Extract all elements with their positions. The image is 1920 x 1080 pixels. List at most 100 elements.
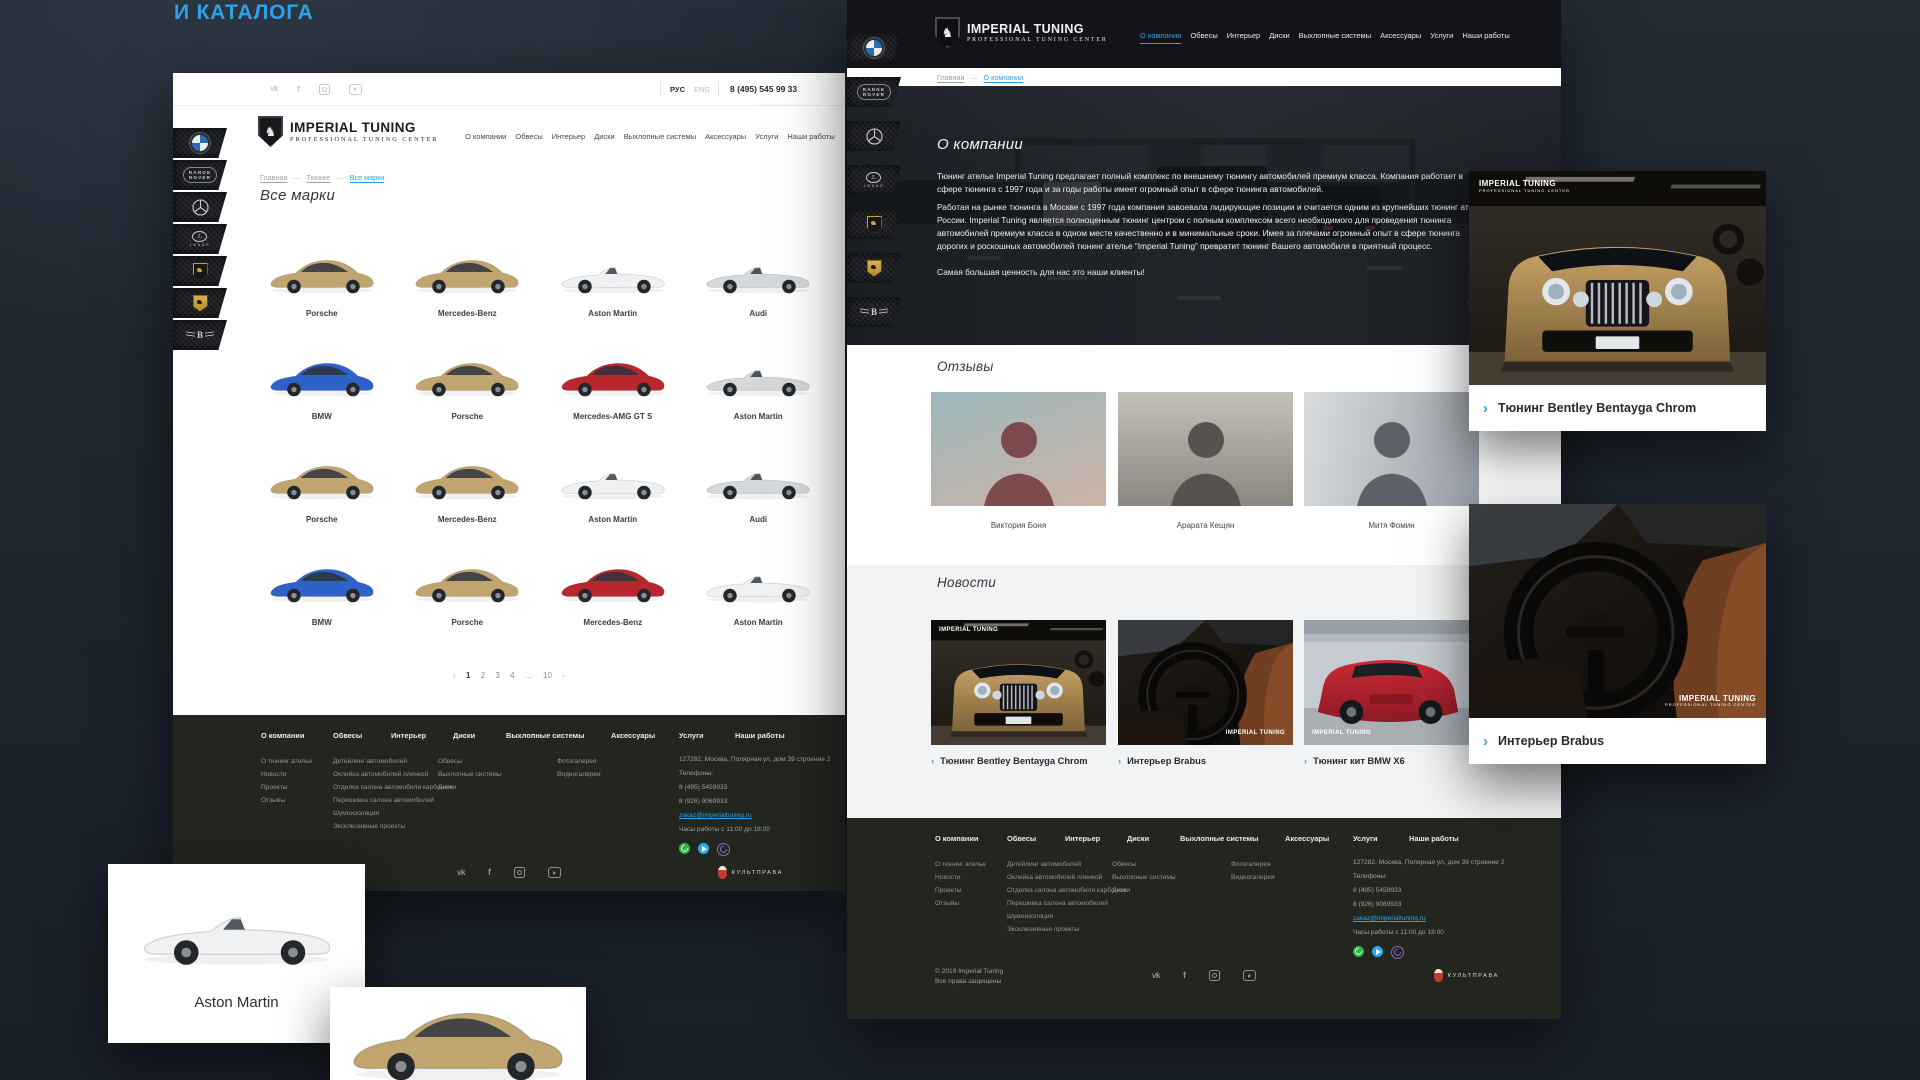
footer-col-accessories[interactable]: Аксессуары: [611, 731, 655, 740]
footer-link[interactable]: Отзывы: [261, 794, 312, 807]
badge-lamborghini[interactable]: [173, 256, 227, 286]
footer-link[interactable]: Видеогалерея: [557, 768, 601, 781]
footer-col-accessories[interactable]: Аксессуары: [1285, 834, 1329, 843]
youtube-icon[interactable]: [349, 84, 362, 95]
whatsapp-icon[interactable]: [1353, 946, 1364, 957]
whatsapp-icon[interactable]: [679, 843, 690, 854]
footer-col-wheels[interactable]: Диски: [453, 731, 475, 740]
nav-works[interactable]: Наши работы: [1462, 31, 1509, 44]
pagination-page[interactable]: 2: [481, 671, 485, 680]
footer-link[interactable]: О тюнинг ателье: [261, 755, 312, 768]
pagination-prev[interactable]: ‹: [453, 671, 456, 680]
car-item[interactable]: Porsche: [251, 241, 393, 344]
facebook-icon[interactable]: f: [488, 868, 491, 877]
bentley-work-card[interactable]: IMPERIAL TUNINGPROFESSIONAL TUNING CENTE…: [1469, 171, 1766, 431]
footer-link[interactable]: Детейлинг автомобилей: [333, 755, 453, 768]
instagram-icon[interactable]: [514, 867, 525, 878]
vk-icon[interactable]: vk: [1152, 972, 1160, 980]
car-item[interactable]: Mercedes-AMG GT S: [542, 344, 684, 447]
footer-link[interactable]: Обвесы: [1112, 858, 1176, 871]
vk-icon[interactable]: vk: [270, 85, 278, 93]
footer-link[interactable]: Новости: [935, 871, 986, 884]
footer-col-interior[interactable]: Интерьер: [1065, 834, 1100, 843]
footer-col-interior[interactable]: Интерьер: [391, 731, 426, 740]
footer-link[interactable]: Перешивка салона автомобилей: [333, 794, 453, 807]
badge-bmw[interactable]: [173, 128, 227, 158]
pagination-next[interactable]: ›: [562, 671, 565, 680]
vk-icon[interactable]: vk: [457, 869, 465, 877]
badge-bentley[interactable]: B: [173, 320, 227, 350]
lang-rus[interactable]: РУС: [670, 85, 685, 94]
pagination-page[interactable]: 10: [543, 671, 552, 680]
car-item[interactable]: Aston Martin: [542, 447, 684, 550]
car-item[interactable]: Mercedes-Benz: [397, 241, 539, 344]
badge-porsche[interactable]: [173, 288, 227, 318]
badge-lamborghini[interactable]: [847, 209, 901, 239]
car-item[interactable]: Porsche: [251, 447, 393, 550]
footer-col-bodykits[interactable]: Обвесы: [333, 731, 362, 740]
footer-link[interactable]: Детейлинг автомобилей: [1007, 858, 1127, 871]
footer-link[interactable]: Фотогалерея: [557, 755, 601, 768]
footer-link[interactable]: Диски: [438, 781, 502, 794]
car-item[interactable]: Mercedes-Benz: [397, 447, 539, 550]
footer-link[interactable]: Эксклюзивные проекты: [333, 820, 453, 833]
badge-range-rover[interactable]: RANGEROVER: [173, 160, 227, 190]
footer-link[interactable]: Новости: [261, 768, 312, 781]
pagination-page[interactable]: 4: [510, 671, 514, 680]
footer-col-services[interactable]: Услуги: [679, 731, 704, 740]
viber-icon[interactable]: [717, 843, 730, 856]
footer-link[interactable]: Шумоизоляция: [1007, 910, 1127, 923]
badge-range-rover[interactable]: RANGEROVER: [847, 77, 901, 107]
agency-logo[interactable]: КУЛЬТПРАВА: [1434, 969, 1499, 982]
nav-about[interactable]: О компании: [465, 132, 506, 141]
footer-col-works[interactable]: Наши работы: [735, 731, 785, 740]
nav-interior[interactable]: Интерьер: [552, 132, 585, 141]
footer-col-exhaust[interactable]: Выхлопные системы: [1180, 834, 1258, 843]
car-item[interactable]: Porsche: [397, 550, 539, 653]
telegram-icon[interactable]: [698, 843, 709, 854]
footer-col-works[interactable]: Наши работы: [1409, 834, 1459, 843]
car-item[interactable]: Aston Martin: [688, 550, 830, 653]
news-card[interactable]: IMPERIAL TUNING ›Тюнинг кит BMW X6: [1304, 620, 1479, 766]
nav-wheels[interactable]: Диски: [594, 132, 615, 141]
footer-email[interactable]: zakaz@imperialtuning.ru: [1353, 912, 1504, 926]
footer-link[interactable]: Фотогалерея: [1231, 858, 1275, 871]
footer-col-about[interactable]: О компании: [935, 834, 978, 843]
footer-link[interactable]: Проекты: [935, 884, 986, 897]
instagram-icon[interactable]: [319, 84, 330, 95]
viber-icon[interactable]: [1391, 946, 1404, 959]
footer-col-exhaust[interactable]: Выхлопные системы: [506, 731, 584, 740]
footer-link[interactable]: О тюнинг ателье: [935, 858, 986, 871]
footer-link[interactable]: Отделка салона автомобиля карбоном: [1007, 884, 1127, 897]
badge-mercedes[interactable]: [847, 121, 901, 151]
breadcrumb-home[interactable]: Главная: [260, 173, 287, 182]
car-item[interactable]: BMW: [251, 344, 393, 447]
footer-link[interactable]: Видеогалерея: [1231, 871, 1275, 884]
nav-exhaust[interactable]: Выхлопные системы: [624, 132, 696, 141]
footer-link[interactable]: Выхлопные системы: [438, 768, 502, 781]
logo[interactable]: ♞ IMPERIAL TUNING PROFESSIONAL TUNING CE…: [258, 116, 438, 147]
telegram-icon[interactable]: [1372, 946, 1383, 957]
footer-link[interactable]: Выхлопные системы: [1112, 871, 1176, 884]
nav-accessories[interactable]: Аксессуары: [1380, 31, 1421, 44]
nav-services[interactable]: Услуги: [755, 132, 778, 141]
badge-bmw[interactable]: [847, 33, 901, 63]
car-item[interactable]: Audi: [688, 241, 830, 344]
nav-accessories[interactable]: Аксессуары: [705, 132, 746, 141]
pagination-page[interactable]: 1: [466, 671, 470, 680]
footer-link[interactable]: Эксклюзивные проекты: [1007, 923, 1127, 936]
nav-services[interactable]: Услуги: [1430, 31, 1453, 44]
facebook-icon[interactable]: f: [1183, 971, 1186, 980]
pagination-page[interactable]: 3: [495, 671, 499, 680]
car-item[interactable]: BMW: [251, 550, 393, 653]
footer-link[interactable]: Отделка салона автомобиля карбоном: [333, 781, 453, 794]
footer-email[interactable]: zakaz@imperialtuning.ru: [679, 809, 830, 823]
brabus-work-card[interactable]: IMPERIAL TUNINGPROFESSIONAL TUNING CENTE…: [1469, 504, 1766, 764]
news-card[interactable]: IMPERIAL TUNING ›Тюнинг Bentley Bentayga…: [931, 620, 1106, 766]
car-item[interactable]: Aston Martin: [542, 241, 684, 344]
lang-eng[interactable]: ENG: [694, 85, 710, 94]
car-item[interactable]: Mercedes-Benz: [542, 550, 684, 653]
car-item[interactable]: Porsche: [397, 344, 539, 447]
badge-mercedes[interactable]: [173, 192, 227, 222]
footer-col-wheels[interactable]: Диски: [1127, 834, 1149, 843]
